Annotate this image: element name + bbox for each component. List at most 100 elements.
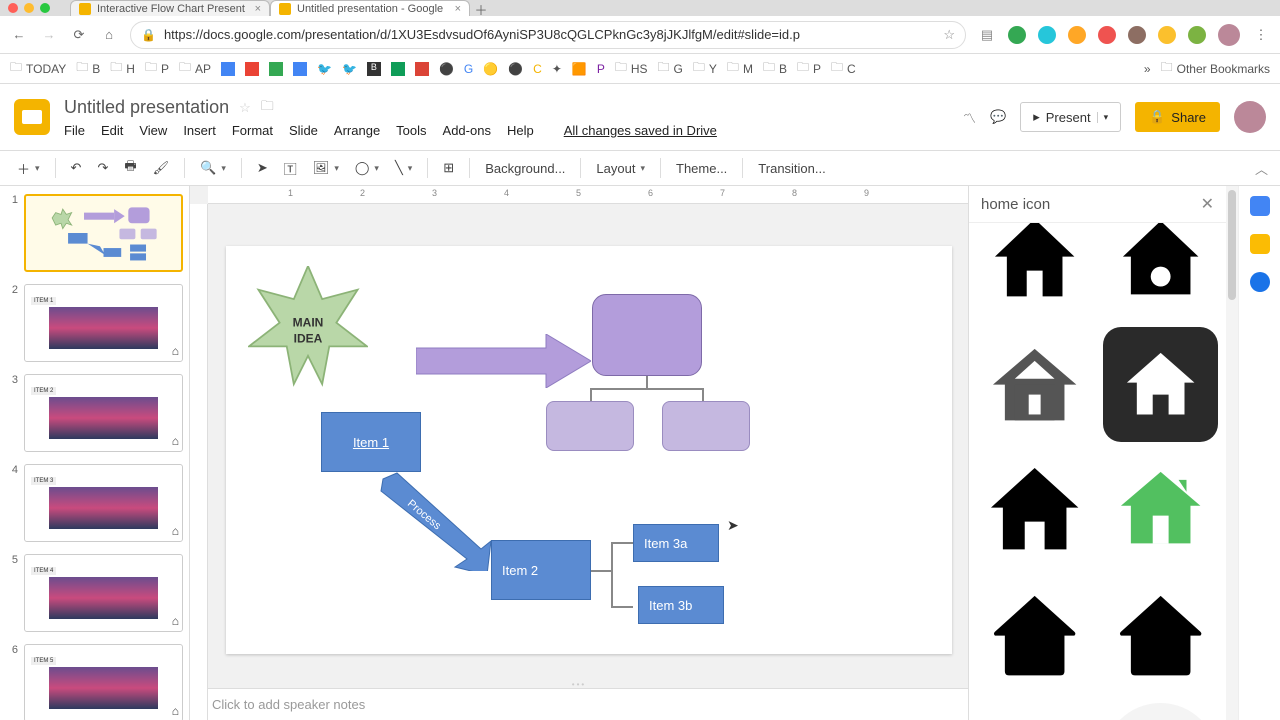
shape-star[interactable]: MAIN IDEA	[248, 266, 368, 396]
line-icon[interactable]: ╲	[390, 157, 417, 179]
back-icon[interactable]: ←	[10, 27, 28, 42]
bookmark[interactable]: 🗀B	[763, 58, 787, 79]
other-bookmarks[interactable]: 🗀Other Bookmarks	[1161, 58, 1270, 79]
comment-icon[interactable]: ⊞	[438, 157, 459, 179]
bookmark[interactable]	[391, 62, 405, 76]
comments-icon[interactable]: 💬	[990, 109, 1006, 125]
menu-format[interactable]: Format	[232, 123, 273, 138]
bookmark[interactable]: 🗀AP	[179, 58, 211, 79]
menu-file[interactable]: File	[64, 123, 85, 138]
bookmark[interactable]: ✦	[552, 62, 562, 76]
menu-insert[interactable]: Insert	[183, 123, 216, 138]
home-icon[interactable]: ⌂	[100, 27, 118, 42]
undo-icon[interactable]: ↶	[66, 157, 87, 179]
bookmark[interactable]: P	[597, 62, 605, 76]
share-button[interactable]: 🔒 Share	[1135, 102, 1220, 132]
result-home-icon[interactable]	[977, 703, 1093, 720]
ext-icon[interactable]	[1098, 26, 1116, 44]
star-icon[interactable]: ☆	[943, 27, 955, 43]
background-button[interactable]: Background...	[480, 158, 570, 179]
bookmark[interactable]: 🗀HS	[615, 58, 648, 79]
image-icon[interactable]: 🖼	[308, 157, 344, 179]
browser-tab-2[interactable]: Untitled presentation - Google ×	[270, 0, 470, 16]
present-dropdown-icon[interactable]: ▾	[1097, 112, 1109, 123]
bookmark[interactable]: 🗀M	[727, 58, 753, 79]
close-tab-icon[interactable]: ×	[255, 3, 261, 15]
forward-icon[interactable]: →	[40, 27, 58, 42]
speaker-notes[interactable]: Click to add speaker notes	[190, 688, 968, 720]
menu-tools[interactable]: Tools	[396, 123, 426, 138]
slide-canvas[interactable]: MAIN IDEA Item 1	[208, 204, 968, 680]
bookmark[interactable]	[293, 62, 307, 76]
print-icon[interactable]: 🖶	[119, 154, 141, 182]
slide[interactable]: MAIN IDEA Item 1	[226, 246, 952, 654]
bookmark[interactable]: 🐦	[342, 62, 357, 76]
redo-icon[interactable]: ↷	[92, 157, 113, 179]
shape-icon[interactable]: ◯	[350, 157, 384, 179]
bookmark[interactable]	[269, 62, 283, 76]
bookmark[interactable]: B	[367, 62, 381, 76]
bookmark[interactable]: 🗀G	[658, 58, 683, 79]
tasks-icon[interactable]	[1250, 272, 1270, 292]
shape-arrow-process[interactable]: Process	[371, 471, 491, 571]
shape-rounded-rect-small[interactable]	[662, 401, 750, 451]
calendar-icon[interactable]	[1250, 196, 1270, 216]
shape-rounded-rect-small[interactable]	[546, 401, 634, 451]
zoom-icon[interactable]: 🔍	[195, 157, 231, 179]
account-avatar[interactable]	[1234, 101, 1266, 133]
result-home-icon[interactable]	[1103, 703, 1219, 720]
menu-slide[interactable]: Slide	[289, 123, 318, 138]
bookmark[interactable]: 🗀TODAY	[10, 58, 66, 79]
shape-item3b[interactable]: Item 3b	[638, 586, 724, 624]
slide-thumb-1[interactable]	[24, 194, 183, 272]
move-doc-icon[interactable]: 🗀	[261, 97, 274, 119]
menu-edit[interactable]: Edit	[101, 123, 123, 138]
bookmark[interactable]: G	[464, 62, 473, 76]
profile-avatar[interactable]	[1218, 24, 1240, 46]
keep-icon[interactable]	[1250, 234, 1270, 254]
bookmark[interactable]: 🗀P	[797, 58, 821, 79]
textbox-icon[interactable]: 🅃	[279, 156, 302, 181]
mac-close[interactable]	[8, 3, 18, 13]
close-panel-icon[interactable]: ✕	[1201, 194, 1214, 214]
shape-arrow-right[interactable]	[416, 334, 591, 388]
result-home-icon[interactable]	[977, 327, 1093, 443]
activity-icon[interactable]: 〽	[963, 108, 976, 127]
bookmark[interactable]	[221, 62, 235, 76]
ext-icon[interactable]	[1128, 26, 1146, 44]
shape-item2[interactable]: Item 2	[491, 540, 591, 600]
ext-icon[interactable]	[1158, 26, 1176, 44]
menu-addons[interactable]: Add-ons	[443, 123, 491, 138]
shape-item3a[interactable]: Item 3a	[633, 524, 719, 562]
save-status[interactable]: All changes saved in Drive	[564, 123, 717, 138]
bookmark[interactable]: 🟧	[572, 62, 587, 76]
bookmark[interactable]: ⚫	[508, 62, 523, 76]
result-home-icon[interactable]	[1103, 327, 1219, 443]
slide-thumb-5[interactable]: ITEM 4 ⌂	[24, 554, 183, 632]
slide-thumb-6[interactable]: ITEM 5 ⌂	[24, 644, 183, 720]
bookmark[interactable]	[415, 62, 429, 76]
browser-menu-icon[interactable]: ⋮	[1252, 27, 1270, 43]
result-home-icon[interactable]	[1103, 223, 1219, 317]
reload-icon[interactable]: ⟳	[70, 27, 88, 43]
bookmark[interactable]: 🗀P	[145, 58, 169, 79]
bookmark[interactable]: 🗀B	[76, 58, 100, 79]
transition-button[interactable]: Transition...	[753, 158, 830, 179]
shape-item1[interactable]: Item 1	[321, 412, 421, 472]
star-doc-icon[interactable]: ☆	[239, 100, 251, 116]
panel-scrollbar[interactable]	[1226, 186, 1238, 720]
bookmark[interactable]	[245, 62, 259, 76]
paint-format-icon[interactable]: 🖌	[148, 157, 175, 179]
bookmark[interactable]: 🗀C	[831, 58, 856, 79]
notes-resize-handle[interactable]: •••	[190, 680, 968, 688]
doc-title[interactable]: Untitled presentation	[64, 97, 229, 118]
slide-thumb-2[interactable]: ITEM 1 ⌂	[24, 284, 183, 362]
ext-icon[interactable]	[1008, 26, 1026, 44]
ext-icon[interactable]	[1068, 26, 1086, 44]
result-home-icon[interactable]	[977, 452, 1093, 568]
layout-button[interactable]: Layout	[591, 158, 650, 179]
bookmark[interactable]: 🟡	[483, 62, 498, 76]
shape-rounded-rect[interactable]	[592, 294, 702, 376]
slides-logo-icon[interactable]	[14, 99, 50, 135]
result-home-icon[interactable]	[977, 578, 1093, 694]
